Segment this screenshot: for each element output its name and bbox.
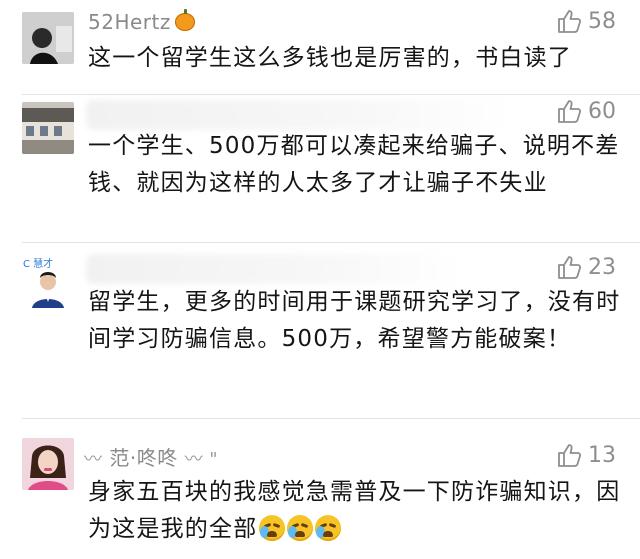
like-count: 60 <box>588 98 616 124</box>
like-button[interactable]: 60 <box>556 98 616 124</box>
comment-2: 60 一个学生、500万都可以凑起来给骗子、说明不差钱、就因为这样的人太多了才让… <box>0 94 640 242</box>
avatar[interactable] <box>22 12 74 64</box>
avatar[interactable] <box>22 102 74 154</box>
thumbs-up-icon <box>558 10 582 33</box>
thumbs-up-icon <box>558 444 582 467</box>
blurred-username <box>86 100 516 130</box>
username[interactable]: 52Hertz <box>88 9 195 34</box>
pumpkin-icon <box>174 9 195 31</box>
comment-1: 52Hertz 58 这一个留学生这么多钱也是厉害的，书白读了 <box>0 0 640 94</box>
like-button[interactable]: 23 <box>556 254 616 280</box>
thumbs-up-icon <box>558 256 582 279</box>
avatar[interactable]: C 慧才 <box>22 256 74 308</box>
like-count: 58 <box>588 8 616 34</box>
comment-text: 一个学生、500万都可以凑起来给骗子、说明不差钱、就因为这样的人太多了才让骗子不… <box>88 133 620 196</box>
blurred-username <box>86 254 466 284</box>
comment-text: 身家五百块的我感觉急需普及一下防诈骗知识，因为这是我的全部 <box>88 474 624 548</box>
comment-body: 身家五百块的我感觉急需普及一下防诈骗知识，因为这是我的全部 <box>88 479 621 542</box>
crying-face-icon <box>259 515 286 541</box>
crying-face-icon <box>315 515 342 541</box>
comment-4: 〰 范·咚咚 〰 " 13 身家五百块的我感觉急需普及一下防诈骗知识，因为这是我… <box>0 418 640 559</box>
comment-text: 留学生，更多的时间用于课题研究学习了，没有时间学习防骗信息。500万，希望警方能… <box>88 289 621 352</box>
crying-face-icon <box>287 515 314 541</box>
like-count: 13 <box>588 442 616 468</box>
swirl-icon: 〰 " <box>184 449 219 470</box>
like-button[interactable]: 13 <box>556 442 616 468</box>
avatar-label: C 慧才 <box>23 257 53 270</box>
like-button[interactable]: 58 <box>556 8 616 34</box>
thumbs-up-icon <box>558 100 582 123</box>
comment-3: C 慧才 23 留学生，更多的时间用于课题研究学习了，没有时间学习防骗信息。50… <box>0 242 640 418</box>
swirl-icon: 〰 <box>84 449 103 470</box>
avatar[interactable] <box>22 438 74 490</box>
username[interactable]: 〰 范·咚咚 〰 " <box>84 442 218 471</box>
like-count: 23 <box>588 254 616 280</box>
comment-text: 这一个留学生这么多钱也是厉害的，书白读了 <box>88 45 572 71</box>
